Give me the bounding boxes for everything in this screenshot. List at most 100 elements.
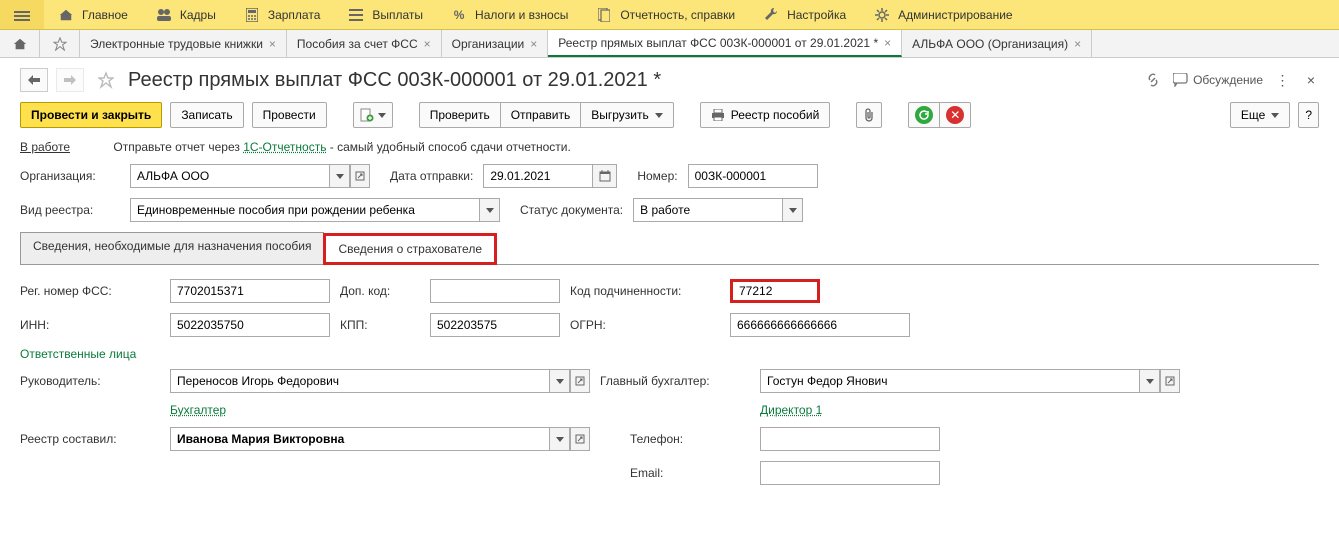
star-icon <box>53 37 67 51</box>
reg-input[interactable] <box>170 279 330 303</box>
registry-button[interactable]: Реестр пособий <box>700 102 831 128</box>
status-label: Статус документа: <box>520 203 623 217</box>
tab-label: Организации <box>452 37 525 51</box>
inn-input[interactable] <box>170 313 330 337</box>
registry-label: Реестр пособий <box>731 108 820 122</box>
kpp-input[interactable] <box>430 313 560 337</box>
home-tab[interactable] <box>0 30 40 57</box>
tab-item[interactable]: Организации × <box>442 30 549 57</box>
attach-button[interactable] <box>856 102 882 128</box>
close-icon[interactable]: × <box>424 37 431 51</box>
head-label: Руководитель: <box>20 374 160 388</box>
forward-button[interactable] <box>56 68 84 92</box>
menu-label: Выплаты <box>372 8 423 22</box>
menu-reports[interactable]: Отчетность, справки <box>582 0 749 29</box>
open-button[interactable] <box>570 427 590 451</box>
help-button[interactable]: ? <box>1298 102 1319 128</box>
addcode-label: Доп. код: <box>340 284 420 298</box>
open-button[interactable] <box>1160 369 1180 393</box>
save-button[interactable]: Записать <box>170 102 243 128</box>
dropdown-button[interactable] <box>783 198 803 222</box>
open-button[interactable] <box>350 164 370 188</box>
close-icon[interactable]: × <box>530 37 537 51</box>
create-based-button[interactable] <box>353 102 393 128</box>
dropdown-button[interactable] <box>1140 369 1160 393</box>
menu-settings[interactable]: Настройка <box>749 0 860 29</box>
send-date-input[interactable] <box>483 164 593 188</box>
menu-admin[interactable]: Администрирование <box>860 0 1026 29</box>
tab-item[interactable]: АЛЬФА ООО (Организация) × <box>902 30 1092 57</box>
menu-main[interactable]: Главное <box>44 0 142 29</box>
registry-type-label: Вид реестра: <box>20 203 120 217</box>
menu-personnel[interactable]: Кадры <box>142 0 230 29</box>
compiled-input[interactable] <box>170 427 550 451</box>
calendar-icon <box>599 170 611 182</box>
wrench-icon <box>763 7 779 23</box>
subtab-insurer[interactable]: Сведения о страхователе <box>323 233 497 265</box>
kebab-icon[interactable]: ⋮ <box>1275 72 1291 88</box>
refresh-button[interactable] <box>908 102 940 128</box>
discussion-button[interactable]: Обсуждение <box>1173 73 1263 87</box>
post-button[interactable]: Провести <box>252 102 327 128</box>
responsible-section-title: Ответственные лица <box>20 347 1319 361</box>
calendar-button[interactable] <box>593 164 617 188</box>
back-button[interactable] <box>20 68 48 92</box>
email-input[interactable] <box>760 461 940 485</box>
menu-taxes[interactable]: % Налоги и взносы <box>437 0 582 29</box>
close-icon[interactable]: × <box>884 36 891 50</box>
dropdown-button[interactable] <box>330 164 350 188</box>
menu-payments[interactable]: Выплаты <box>334 0 437 29</box>
export-button[interactable]: Выгрузить <box>580 102 674 128</box>
send-button[interactable]: Отправить <box>500 102 582 128</box>
link-icon[interactable] <box>1145 72 1161 88</box>
chevron-down-icon <box>655 113 663 118</box>
favorites-tab[interactable] <box>40 30 80 57</box>
star-icon[interactable] <box>98 72 114 88</box>
send-date-label: Дата отправки: <box>390 169 473 183</box>
info-text: Отправьте отчет через <box>113 140 243 154</box>
open-button[interactable] <box>570 369 590 393</box>
kpp-label: КПП: <box>340 318 420 332</box>
subtab-assignment[interactable]: Сведения, необходимые для назначения пос… <box>20 232 324 264</box>
dropdown-button[interactable] <box>480 198 500 222</box>
close-icon[interactable]: × <box>1074 37 1081 51</box>
more-button[interactable]: Еще <box>1230 102 1290 128</box>
close-icon[interactable]: × <box>269 37 276 51</box>
tab-item[interactable]: Реестр прямых выплат ФСС 00ЗК-000001 от … <box>548 30 902 57</box>
post-close-button[interactable]: Провести и закрыть <box>20 102 162 128</box>
accountant-link[interactable]: Бухгалтер <box>170 403 590 417</box>
title-bar: Реестр прямых выплат ФСС 00ЗК-000001 от … <box>0 58 1339 98</box>
menu-salary[interactable]: Зарплата <box>230 0 335 29</box>
addcode-input[interactable] <box>430 279 560 303</box>
registry-type-input[interactable] <box>130 198 480 222</box>
close-icon[interactable]: × <box>1303 72 1319 88</box>
status-input[interactable] <box>633 198 783 222</box>
menu-label: Главное <box>82 8 128 22</box>
open-icon <box>575 434 585 444</box>
tab-label: Пособия за счет ФСС <box>297 37 418 51</box>
info-text: - самый удобный способ сдачи отчетности. <box>326 140 570 154</box>
top-menu: Главное Кадры Зарплата Выплаты % Налоги … <box>0 0 1339 30</box>
chief-acc-input[interactable] <box>760 369 1140 393</box>
burger-menu[interactable] <box>0 0 44 29</box>
cancel-button[interactable]: ✕ <box>939 102 971 128</box>
tab-item[interactable]: Пособия за счет ФСС × <box>287 30 442 57</box>
chevron-down-icon <box>556 379 564 384</box>
arrow-right-icon <box>64 75 76 85</box>
cancel-icon: ✕ <box>946 106 964 124</box>
dropdown-button[interactable] <box>550 369 570 393</box>
info-link[interactable]: 1С-Отчетность <box>243 140 326 154</box>
number-input[interactable] <box>688 164 818 188</box>
chevron-down-icon <box>1271 113 1279 118</box>
tab-item[interactable]: Электронные трудовые книжки × <box>80 30 287 57</box>
dropdown-button[interactable] <box>550 427 570 451</box>
org-input[interactable] <box>130 164 330 188</box>
subord-input[interactable] <box>730 279 820 303</box>
status-link[interactable]: В работе <box>20 140 70 154</box>
director-link[interactable]: Директор 1 <box>760 403 1180 417</box>
home-icon <box>58 7 74 23</box>
phone-input[interactable] <box>760 427 940 451</box>
check-button[interactable]: Проверить <box>419 102 501 128</box>
head-input[interactable] <box>170 369 550 393</box>
ogrn-input[interactable] <box>730 313 910 337</box>
